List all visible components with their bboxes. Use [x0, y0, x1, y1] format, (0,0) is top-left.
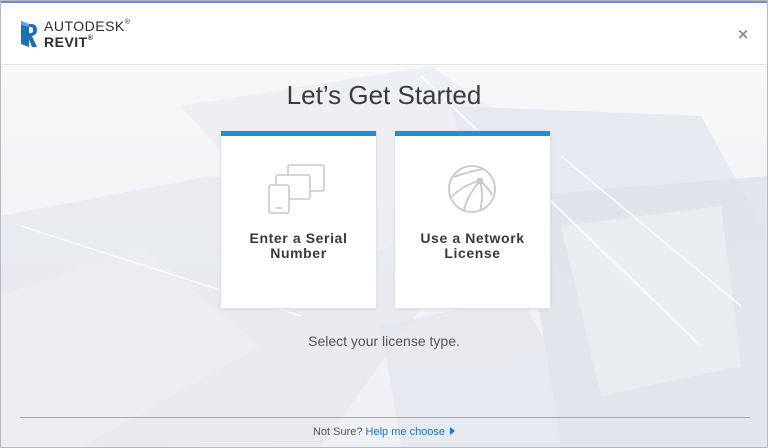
enter-serial-number-card[interactable]: Enter a Serial Number: [221, 131, 376, 308]
dialog-content: Let’s Get Started Enter a Serial Number: [1, 66, 767, 447]
brand-revit: REVIT®: [44, 34, 94, 50]
use-network-license-card[interactable]: Use a Network License: [395, 131, 550, 308]
network-license-label: Use a Network License: [420, 230, 525, 261]
background-artwork: [1, 66, 767, 447]
dialog-header: AUTODESK® REVIT® ×: [1, 3, 767, 65]
not-sure-text: Not Sure?: [312, 426, 363, 438]
revit-r-icon: [21, 21, 37, 47]
close-icon[interactable]: ×: [734, 25, 752, 43]
network-globe-icon: [448, 165, 496, 213]
footer-divider: [20, 417, 750, 418]
serial-number-label: Enter a Serial Number: [249, 230, 348, 261]
help-footer: Not Sure? Help me choose: [1, 426, 767, 438]
page-title: Let’s Get Started: [286, 80, 482, 110]
license-type-prompt: Select your license type.: [308, 333, 460, 349]
triangle-right-icon: [450, 427, 456, 436]
license-dialog: AUTODESK® REVIT® × Let’s Get Started Ent…: [0, 0, 768, 448]
devices-icon: [268, 164, 325, 214]
help-me-choose-link[interactable]: Help me choose: [366, 426, 456, 438]
brand-autodesk: AUTODESK®: [44, 18, 131, 34]
